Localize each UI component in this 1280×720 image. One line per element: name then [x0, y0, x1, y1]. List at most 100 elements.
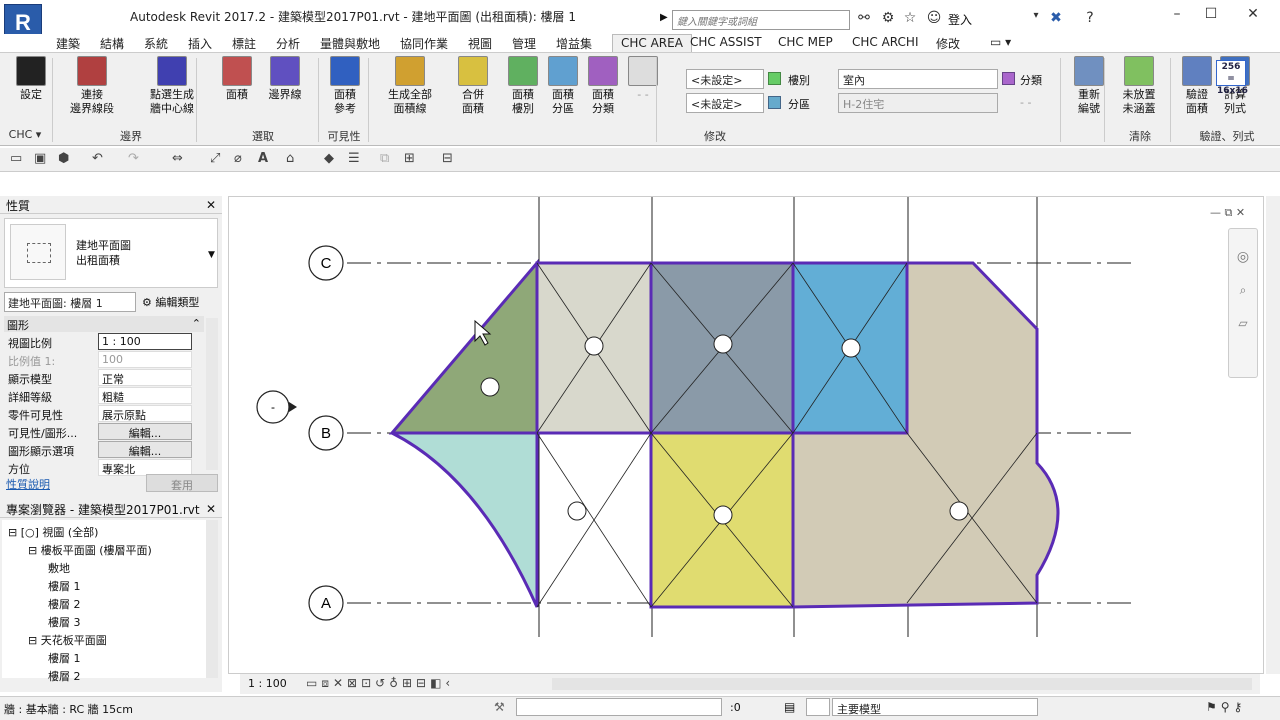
canvas-vscroll[interactable] — [1266, 196, 1280, 674]
tab-14[interactable]: CHC ARCHI — [852, 34, 919, 52]
tree-item[interactable]: ⊟ 樓板平面圖 (樓層平面) — [28, 542, 152, 558]
type-dropdown-icon[interactable]: ▼ — [208, 250, 215, 260]
design-option-toggle[interactable] — [806, 698, 830, 716]
tab-1[interactable]: 結構 — [100, 34, 124, 52]
properties-help-link[interactable]: 性質說明 — [6, 476, 50, 492]
floor-plan[interactable]: C B A - — [229, 197, 1265, 675]
switch-windows-icon[interactable]: ⊞ — [404, 151, 415, 166]
properties-close-icon[interactable]: ✕ — [206, 198, 216, 212]
property-value[interactable]: 編輯... — [98, 441, 192, 458]
tree-item[interactable]: 樓層 1 — [48, 650, 81, 666]
3d-view-icon[interactable]: ⌂ — [286, 151, 294, 166]
canvas-hscroll[interactable] — [552, 678, 1252, 690]
area-tag[interactable] — [841, 338, 861, 358]
tab-7[interactable]: 協同作業 — [400, 34, 448, 52]
ribbon-button-5[interactable]: 面積 參考 — [322, 56, 368, 116]
ribbon-button-11[interactable]: - - — [620, 56, 666, 102]
login-button[interactable]: 登入 — [948, 11, 972, 28]
property-value[interactable]: 1 : 100 — [98, 333, 192, 350]
design-options-icon[interactable]: ▤ — [784, 700, 795, 714]
property-value[interactable]: 正常 — [98, 369, 192, 386]
view-minimize-icon[interactable]: — ⧉ ✕ — [1210, 206, 1245, 220]
star-icon[interactable]: ☆ — [900, 10, 920, 26]
workset-combo[interactable] — [516, 698, 722, 716]
tag-icon[interactable]: ⌀ — [234, 151, 242, 166]
ribbon-group-0[interactable]: CHC ▾ — [0, 128, 50, 141]
property-row[interactable]: 視圖比例 1 : 100 — [4, 333, 192, 351]
navigation-bar[interactable]: ◎ ⌕ ▱ — [1228, 228, 1258, 378]
tab-6[interactable]: 量體與敷地 — [320, 34, 380, 52]
measure-icon[interactable]: ⇔ — [172, 151, 183, 166]
exchange-icon[interactable]: ✖ — [1046, 10, 1066, 26]
browser-scrollbar[interactable] — [206, 520, 218, 678]
ribbon-button-3[interactable]: 面積 — [214, 56, 260, 102]
property-value[interactable]: 編輯... — [98, 423, 192, 440]
text-icon[interactable]: A — [258, 151, 268, 166]
zone-combo[interactable]: <未設定> — [686, 93, 764, 113]
section-icon[interactable]: ◆ — [324, 151, 334, 166]
properties-scrollbar[interactable] — [206, 318, 218, 470]
tab-3[interactable]: 插入 — [188, 34, 212, 52]
close-hidden-icon[interactable]: ⧉ — [380, 151, 389, 166]
help-icon[interactable]: ? — [1080, 10, 1100, 26]
tab-8[interactable]: 視圖 — [468, 34, 492, 52]
tree-item[interactable]: 樓層 3 — [48, 614, 81, 630]
area-tag[interactable] — [713, 505, 733, 525]
steering-wheel-icon[interactable]: ◎ — [1229, 249, 1257, 265]
zoom-icon[interactable]: ⌕ — [1229, 283, 1257, 298]
property-row[interactable]: 零件可見性 展示原點 — [4, 405, 192, 423]
close-button[interactable]: ✕ — [1238, 6, 1268, 22]
ribbon-button-1[interactable]: 連接 邊界線段 — [62, 56, 122, 116]
ribbon-button-6[interactable]: 生成全部 面積線 — [380, 56, 440, 116]
ribbon-button-0[interactable]: 設定 — [8, 56, 54, 102]
ribbon-minimize-icon[interactable]: ▭ ▾ — [990, 34, 1011, 52]
tab-12[interactable]: CHC ASSIST — [690, 34, 762, 52]
tab-9[interactable]: 管理 — [512, 34, 536, 52]
graphics-section[interactable]: 圖形 ⌃ — [4, 316, 204, 332]
search-input[interactable]: 鍵入關鍵字或詞組 — [672, 10, 850, 30]
tree-item[interactable]: 敷地 — [48, 560, 70, 576]
customize-icon[interactable]: ⊟ — [442, 151, 453, 166]
main-model-combo[interactable]: 主要模型 — [832, 698, 1038, 716]
room-field[interactable]: 室內 — [838, 69, 998, 89]
undo-icon[interactable]: ↶ — [92, 151, 103, 166]
view-scale[interactable]: 1 : 100 — [248, 677, 287, 690]
tree-toggle-icon[interactable]: ⊟ — [28, 544, 41, 557]
property-value[interactable]: 粗糙 — [98, 387, 192, 404]
binoculars-icon[interactable]: ⚯ — [854, 10, 874, 26]
tree-item[interactable]: 樓層 2 — [48, 596, 81, 612]
chevron-down-icon[interactable]: ▾ — [1026, 10, 1046, 21]
tab-2[interactable]: 系統 — [144, 34, 168, 52]
view-selector[interactable]: 建地平面圖: 樓層 1 — [4, 292, 136, 312]
minimize-button[interactable]: – — [1162, 6, 1192, 22]
ribbon-button-13[interactable]: 未放置 未涵蓋 — [1116, 56, 1162, 116]
maximize-button[interactable]: ☐ — [1196, 6, 1226, 22]
tree-item[interactable]: ⊟ 天花板平面圖 — [28, 632, 107, 648]
property-value[interactable]: 展示原點 — [98, 405, 192, 422]
comm-center-icon[interactable]: ⚙ — [878, 10, 898, 26]
thin-lines-icon[interactable]: ☰ — [348, 151, 360, 166]
pan-2d-icon[interactable]: ▱ — [1229, 316, 1257, 330]
area-tag[interactable] — [584, 336, 604, 356]
area-tag[interactable] — [949, 501, 969, 521]
ribbon-button-4[interactable]: 邊界線 — [262, 56, 308, 102]
ribbon-button-7[interactable]: 合併 面積 — [450, 56, 496, 116]
apply-button[interactable]: 套用 — [146, 474, 218, 492]
area-aqua[interactable] — [391, 431, 539, 608]
user-icon[interactable]: ☺ — [924, 10, 944, 26]
tab-15[interactable]: 修改 — [936, 34, 960, 52]
property-row[interactable]: 詳細等級 粗糙 — [4, 387, 192, 405]
tab-5[interactable]: 分析 — [276, 34, 300, 52]
tree-item[interactable]: 樓層 1 — [48, 578, 81, 594]
area-tag[interactable] — [567, 501, 587, 521]
tree-toggle-icon[interactable]: ⊟ — [8, 526, 21, 539]
area-tag[interactable] — [480, 377, 500, 397]
property-row[interactable]: 圖形顯示選項 編輯... — [4, 441, 192, 459]
view-tools-icon[interactable]: ▭⧈✕⊠⊡↺♁⊞⊟◧‹ — [306, 676, 454, 691]
save-icon[interactable]: ▣ — [34, 151, 46, 166]
ribbon-button-12[interactable]: 重新 編號 — [1066, 56, 1112, 116]
sync-icon[interactable]: ⬢ — [58, 151, 69, 166]
tab-4[interactable]: 標註 — [232, 34, 256, 52]
selection-filter-icon[interactable]: ⚑⚲⚷ — [1206, 700, 1246, 714]
area-green[interactable] — [388, 258, 539, 435]
